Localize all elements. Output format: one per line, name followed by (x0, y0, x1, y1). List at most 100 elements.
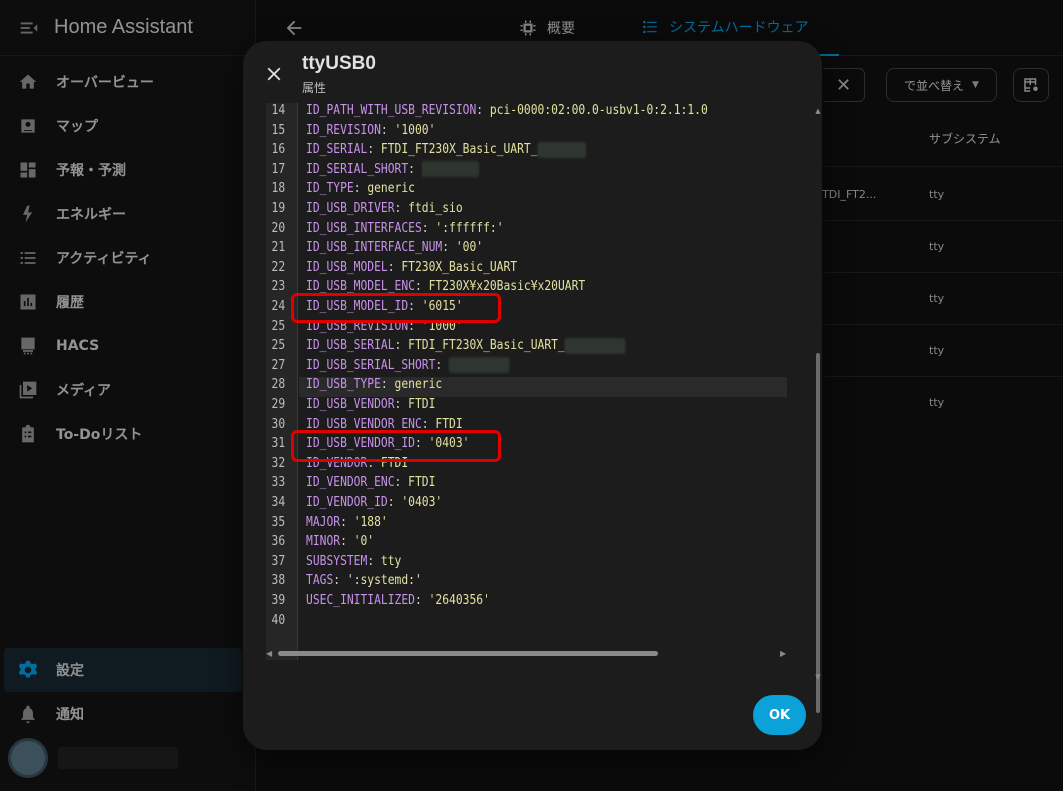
line-number: 17 (271, 161, 286, 177)
line-number: 21 (271, 240, 286, 256)
line-number: 16 (271, 142, 286, 158)
vertical-scroll-thumb[interactable] (816, 353, 820, 713)
code-text: ID_USB_INTERFACES: ':ffffff:' (306, 219, 503, 239)
code-text: ID_USB_DRIVER: ftdi_sio (306, 199, 463, 219)
attribute-key: MAJOR (306, 514, 341, 530)
line-number: 18 (271, 181, 286, 197)
code-viewer[interactable]: 14 ID_PATH_WITH_USB_REVISION: pci-0000:02… (266, 103, 818, 660)
attribute-value: FTDI_FT230X_Basic_UART_ (380, 142, 538, 158)
scroll-right-arrow-icon[interactable]: ▶ (780, 649, 786, 658)
code-line: 36 MINOR: '0' (266, 532, 720, 552)
code-line: 39 USEC_INITIALIZED: '2640356' (266, 591, 720, 611)
attribute-value: FTDI_FT230X_Basic_UART_ (408, 338, 565, 354)
attribute-key: ID_USB_INTERFACE_NUM (306, 240, 443, 256)
code-line: 22 ID_USB_MODEL: FT230X_Basic_UART (266, 258, 720, 278)
attribute-value: FTDI (408, 397, 436, 412)
line-number: 30 (271, 416, 286, 432)
line-number: 19 (271, 201, 286, 216)
code-line: 35 MAJOR: '188' (266, 513, 720, 533)
code-line: 28 ID_USB_TYPE: generic (266, 375, 720, 395)
code-text: ID_REVISION: '1000' (306, 121, 435, 141)
line-number: 36 (271, 534, 286, 550)
attribute-value: ':ffffff:' (435, 220, 504, 236)
line-number: 39 (271, 593, 286, 608)
attribute-key: ID_USB_DRIVER (306, 201, 395, 216)
vertical-scrollbar[interactable]: ▲ ▼ (814, 103, 822, 713)
key-separator: : (435, 357, 450, 373)
line-number: 25 (271, 318, 286, 334)
attribute-value: FTDI (408, 475, 436, 491)
horizontal-scrollbar[interactable]: ◀ ▶ (266, 649, 788, 659)
code-line: 40 (266, 611, 720, 631)
attribute-key: ID_VENDOR_ID (306, 495, 388, 510)
redacted-value (537, 141, 587, 158)
attribute-key: ID_TYPE (306, 181, 354, 197)
attribute-key: ID_VENDOR_ENC (306, 475, 395, 491)
code-text: ID_SERIAL: FTDI_FT230X_Basic_UART_ (306, 140, 587, 160)
code-line: 16 ID_SERIAL: FTDI_FT230X_Basic_UART_ (266, 140, 720, 160)
line-number: 14 (271, 103, 286, 118)
attributes-dialog: ttyUSB0 属性 14 ID_PATH_WITH_USB_REVISION: … (243, 41, 822, 750)
key-separator: : (476, 103, 490, 118)
key-separator: : (421, 220, 436, 236)
code-line: 17 ID_SERIAL_SHORT: (266, 160, 720, 180)
attribute-key: USEC_INITIALIZED (306, 593, 415, 608)
code-text: ID_USB_SERIAL_SHORT: (306, 356, 510, 376)
key-separator: : (387, 495, 402, 510)
line-number: 38 (271, 573, 286, 589)
key-separator: : (414, 593, 429, 608)
scroll-up-arrow-icon[interactable]: ▲ (814, 107, 822, 115)
code-text: USEC_INITIALIZED: '2640356' (306, 591, 490, 611)
line-number: 32 (271, 455, 286, 471)
key-separator: : (394, 475, 409, 491)
attribute-value: '0' (353, 534, 375, 550)
redacted-value (564, 337, 626, 354)
key-separator: : (340, 514, 354, 530)
scroll-left-arrow-icon[interactable]: ◀ (266, 649, 272, 658)
code-line: 20 ID_USB_INTERFACES: ':ffffff:' (266, 219, 720, 239)
key-separator: : (367, 142, 381, 158)
code-line: 33 ID_VENDOR_ENC: FTDI (266, 473, 720, 493)
close-icon[interactable] (263, 63, 285, 85)
code-line: 29 ID_USB_VENDOR: FTDI (266, 395, 720, 415)
code-text: MAJOR: '188' (306, 513, 388, 533)
horizontal-scroll-thumb[interactable] (278, 651, 658, 656)
attribute-value: generic (367, 181, 415, 197)
code-text: ID_VENDOR_ENC: FTDI (306, 473, 435, 493)
code-text: ID_USB_VENDOR: FTDI (306, 395, 435, 415)
key-separator: : (387, 259, 402, 275)
code-text: ID_SERIAL_SHORT: (306, 160, 480, 180)
code-line: 37 SUBSYSTEM: tty (266, 552, 720, 572)
line-number: 35 (271, 514, 286, 530)
line-number: 20 (271, 220, 286, 236)
line-number: 22 (271, 259, 286, 275)
attribute-value: '188' (353, 514, 388, 530)
code-text: SUBSYSTEM: tty (306, 552, 401, 572)
key-separator: : (394, 201, 409, 216)
attribute-key: ID_USB_VENDOR (306, 397, 395, 412)
attribute-value: FT230X_Basic_UART (401, 259, 518, 275)
key-separator: : (340, 534, 354, 550)
code-line: 15 ID_REVISION: '1000' (266, 121, 720, 141)
attribute-key: SUBSYSTEM (306, 553, 368, 569)
key-separator: : (394, 397, 409, 412)
scroll-down-arrow-icon[interactable]: ▼ (814, 673, 822, 681)
attribute-value: '2640356' (428, 593, 490, 608)
code-line: 21 ID_USB_INTERFACE_NUM: '00' (266, 238, 720, 258)
line-number: 15 (271, 122, 286, 138)
line-number: 34 (271, 495, 286, 510)
code-line: 18 ID_TYPE: generic (266, 179, 720, 199)
ok-button[interactable]: OK (753, 695, 806, 735)
key-separator: : (442, 240, 456, 256)
code-text: ID_TYPE: generic (306, 179, 415, 199)
line-number: 33 (271, 475, 286, 491)
redacted-value (449, 357, 510, 374)
attribute-value: ftdi_sio (408, 201, 463, 216)
attribute-value: '00' (455, 240, 484, 256)
attribute-key: ID_USB_TYPE (306, 377, 381, 393)
attribute-value: ':systemd:' (346, 573, 422, 589)
attribute-value: tty (380, 553, 402, 569)
line-number: 23 (271, 279, 286, 295)
attribute-key: MINOR (306, 534, 341, 550)
dialog-subtitle: 属性 (302, 81, 327, 95)
